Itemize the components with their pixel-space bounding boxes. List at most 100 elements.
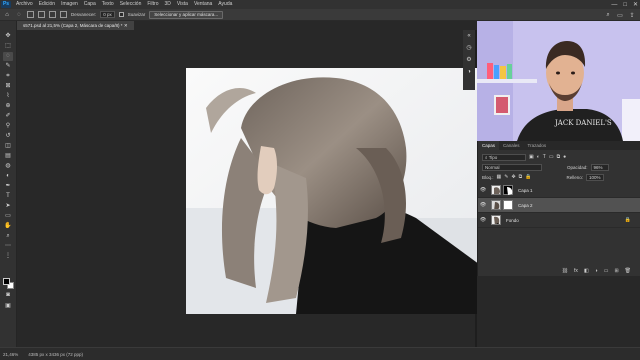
tab-canales[interactable]: Canales — [499, 141, 524, 150]
history-panel-icon[interactable]: ◷ — [465, 44, 473, 52]
lock-row: Bloq.: ▦ ✎ ✥ ⧉ 🔒 Relleno: 100% — [482, 173, 637, 181]
filter-type-icon[interactable]: T — [543, 154, 546, 160]
workspace-icon[interactable]: ▭ — [616, 11, 624, 19]
layer-mask-thumbnail[interactable] — [503, 200, 513, 210]
fill-input[interactable]: 100% — [585, 173, 604, 181]
lock-artboard-icon[interactable]: ⧉ — [519, 174, 523, 180]
screen-mode-icon[interactable]: ▣ — [3, 302, 13, 311]
photoshop-logo[interactable]: Ps — [1, 1, 11, 8]
crop-tool-icon[interactable]: ⌗ — [3, 72, 13, 81]
dodge-tool-icon[interactable]: ◐ — [3, 172, 13, 181]
subtract-selection-icon[interactable] — [49, 11, 56, 18]
visibility-eye-icon[interactable]: 👁 — [478, 202, 488, 208]
move-tool-icon[interactable]: ✥ — [3, 32, 13, 41]
intersect-selection-icon[interactable] — [60, 11, 67, 18]
layer-name[interactable]: Capa 1 — [518, 188, 533, 193]
layer-row-capa-2[interactable]: 👁 Capa 2 — [478, 198, 640, 213]
foreground-color-swatch[interactable] — [3, 278, 10, 285]
menu-ventana[interactable]: Ventana — [191, 0, 215, 9]
pen-tool-icon[interactable]: ✒ — [3, 182, 13, 191]
eraser-tool-icon[interactable]: ◫ — [3, 142, 13, 151]
new-group-icon[interactable]: ▭ — [604, 268, 609, 274]
layer-lock-icon[interactable]: 🔒 — [625, 217, 631, 223]
rectangle-tool-icon[interactable]: ▭ — [3, 212, 13, 221]
close-tab-icon[interactable]: ✕ — [124, 23, 128, 28]
lock-transparent-icon[interactable]: ▦ — [497, 174, 502, 180]
link-layers-icon[interactable]: ⛓ — [562, 268, 568, 274]
menu-archivo[interactable]: Archivo — [13, 0, 36, 9]
filter-adjustment-icon[interactable]: ◐ — [537, 154, 540, 160]
tab-trazados[interactable]: Trazados — [524, 141, 551, 150]
lasso-tool-icon[interactable]: ◌ — [3, 52, 13, 61]
document-canvas[interactable] — [186, 68, 498, 314]
blend-mode-select[interactable]: Normal — [482, 163, 542, 171]
brush-tool-icon[interactable]: ✐ — [3, 112, 13, 121]
feather-input[interactable]: 0 px — [100, 11, 115, 18]
menu-vista[interactable]: Vista — [174, 0, 191, 9]
healing-brush-tool-icon[interactable]: ⊕ — [3, 102, 13, 111]
path-select-tool-icon[interactable]: ➤ — [3, 202, 13, 211]
home-icon[interactable]: ⌂ — [3, 11, 11, 19]
lasso-tool-icon[interactable]: ◌ — [15, 11, 23, 19]
close-icon[interactable]: ✕ — [633, 1, 638, 8]
layer-name[interactable]: Capa 2 — [518, 203, 533, 208]
menu-edicion[interactable]: Edición — [36, 0, 58, 9]
more-tools-icon[interactable]: ⋯ — [3, 242, 13, 251]
add-selection-icon[interactable] — [38, 11, 45, 18]
hand-tool-icon[interactable]: ✋ — [3, 222, 13, 231]
collapsed-panels-strip: « ◷ ⚙ ◑ — [463, 30, 475, 90]
type-tool-icon[interactable]: T — [3, 192, 13, 201]
visibility-eye-icon[interactable]: 👁 — [478, 217, 488, 223]
lock-position-icon[interactable]: ✥ — [511, 174, 515, 180]
menu-filtro[interactable]: Filtro — [144, 0, 161, 9]
eyedropper-tool-icon[interactable]: ⌇ — [3, 92, 13, 101]
edit-toolbar-icon[interactable]: ⋮ — [3, 252, 13, 261]
delete-layer-icon[interactable]: 🗑 — [625, 268, 631, 274]
menu-capa[interactable]: Capa — [81, 0, 99, 9]
document-tab[interactable]: s571.psd al 21,5% (Capa 2, Máscara de ca… — [17, 21, 134, 30]
frame-tool-icon[interactable]: ⊠ — [3, 82, 13, 91]
history-brush-tool-icon[interactable]: ↺ — [3, 132, 13, 141]
menu-3d[interactable]: 3D — [162, 0, 174, 9]
visibility-eye-icon[interactable]: 👁 — [478, 187, 488, 193]
minimize-icon[interactable]: — — [611, 2, 617, 8]
gradient-tool-icon[interactable]: ▤ — [3, 152, 13, 161]
filter-pixel-icon[interactable]: ▣ — [529, 154, 534, 160]
filter-toggle-icon[interactable]: ● — [563, 154, 566, 160]
zoom-level[interactable]: 21,46% — [3, 352, 18, 357]
new-adjustment-layer-icon[interactable]: ◑ — [595, 268, 598, 274]
clone-stamp-tool-icon[interactable]: ⚲ — [3, 122, 13, 131]
quick-select-tool-icon[interactable]: ✎ — [3, 62, 13, 71]
blur-tool-icon[interactable]: ◍ — [3, 162, 13, 171]
layer-row-capa-1[interactable]: 👁 Capa 1 — [478, 183, 640, 198]
lock-all-icon[interactable]: 🔒 — [525, 174, 531, 180]
collapse-panels-icon[interactable]: « — [465, 32, 473, 40]
share-icon[interactable]: ⇪ — [628, 11, 636, 19]
add-mask-icon[interactable]: ◧ — [584, 268, 589, 274]
antialias-checkbox[interactable] — [118, 12, 124, 17]
quick-mask-icon[interactable]: ◙ — [3, 291, 13, 300]
menu-imagen[interactable]: Imagen — [58, 0, 81, 9]
filter-shape-icon[interactable]: ▭ — [549, 154, 554, 160]
layer-style-icon[interactable]: fx — [574, 268, 578, 274]
layer-row-fondo[interactable]: 👁 Fondo 🔒 — [478, 213, 640, 228]
menu-texto[interactable]: Texto — [99, 0, 117, 9]
search-icon[interactable]: ⌕ — [604, 11, 612, 19]
adjustments-panel-icon[interactable]: ◑ — [465, 68, 473, 76]
new-selection-icon[interactable] — [27, 11, 34, 18]
zoom-tool-icon[interactable]: ⌕ — [3, 232, 13, 241]
menu-ayuda[interactable]: Ayuda — [215, 0, 235, 9]
new-layer-icon[interactable]: ⊞ — [614, 268, 618, 274]
select-and-mask-button[interactable]: Seleccionar y aplicar máscara... — [149, 10, 224, 19]
layer-filter-select[interactable]: ⌕ Tipo — [482, 153, 526, 161]
lock-image-icon[interactable]: ✎ — [504, 174, 508, 180]
opacity-input[interactable]: 96% — [590, 163, 609, 171]
layer-name[interactable]: Fondo — [506, 218, 519, 223]
filter-smart-object-icon[interactable]: ⧉ — [557, 154, 561, 160]
menu-seleccion[interactable]: Selección — [117, 0, 145, 9]
marquee-tool-icon[interactable]: ⬚ — [3, 42, 13, 51]
layer-mask-thumbnail[interactable] — [503, 185, 513, 195]
properties-panel-icon[interactable]: ⚙ — [465, 56, 473, 64]
tab-capas[interactable]: Capas — [478, 141, 500, 150]
maximize-icon[interactable]: □ — [623, 2, 627, 8]
